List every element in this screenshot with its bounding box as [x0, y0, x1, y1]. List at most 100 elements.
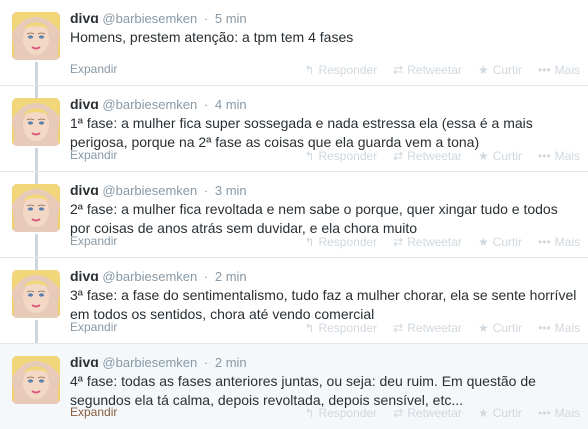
expand-link[interactable]: Expandir — [70, 320, 117, 334]
tweet[interactable]: divɑ @barbiesemken · 5 min Homens, prest… — [0, 0, 588, 86]
username[interactable]: @barbiesemken — [102, 269, 197, 284]
favorite-label: Curtir — [492, 63, 523, 77]
tweet[interactable]: divɑ @barbiesemken · 3 min 2ª fase: a mu… — [0, 172, 588, 258]
retweet-button[interactable]: ⇄ Retweetar — [393, 63, 462, 77]
separator-dot: · — [203, 355, 209, 370]
reply-button[interactable]: ↰ Responder — [304, 406, 377, 420]
timestamp[interactable]: 3 min — [215, 183, 247, 198]
tweet-text: 1ª fase: a mulher fica super sossegada e… — [70, 115, 533, 150]
tweet-actions: ↰ Responder ⇄ Retweetar ★ Curtir ••• Mais — [288, 63, 580, 77]
expand-link[interactable]: Expandir — [70, 234, 117, 248]
reply-button[interactable]: ↰ Responder — [304, 149, 377, 163]
favorite-button[interactable]: ★ Curtir — [478, 63, 522, 77]
timestamp[interactable]: 2 min — [215, 355, 247, 370]
retweet-label: Retweetar — [407, 235, 462, 249]
more-label: Mais — [554, 406, 580, 420]
favorite-label: Curtir — [492, 149, 523, 163]
display-name[interactable]: divɑ — [70, 182, 99, 198]
tweet-actions: ↰ Responder ⇄ Retweetar ★ Curtir ••• Mais — [288, 235, 580, 249]
avatar[interactable] — [12, 12, 60, 60]
reply-label: Responder — [318, 321, 378, 335]
more-button[interactable]: ••• Mais — [538, 235, 580, 249]
display-name[interactable]: divɑ — [70, 96, 99, 112]
favorite-label: Curtir — [492, 406, 523, 420]
reply-label: Responder — [318, 406, 378, 420]
avatar[interactable] — [12, 98, 60, 146]
display-name[interactable]: divɑ — [70, 10, 99, 26]
star-icon: ★ — [477, 406, 489, 420]
retweet-label: Retweetar — [407, 63, 462, 77]
tweet[interactable]: divɑ @barbiesemken · 2 min 4ª fase: toda… — [0, 344, 588, 429]
favorite-label: Curtir — [492, 321, 523, 335]
retweet-label: Retweetar — [407, 321, 462, 335]
more-label: Mais — [554, 321, 580, 335]
favorite-label: Curtir — [492, 235, 523, 249]
display-name[interactable]: divɑ — [70, 354, 99, 370]
retweet-button[interactable]: ⇄ Retweetar — [393, 321, 462, 335]
reply-label: Responder — [318, 63, 378, 77]
expand-link[interactable]: Expandir — [70, 62, 117, 76]
star-icon: ★ — [477, 149, 489, 163]
expand-link[interactable]: Expandir — [70, 148, 117, 162]
tweet-timeline: divɑ @barbiesemken · 5 min Homens, prest… — [0, 0, 588, 429]
ellipsis-icon: ••• — [538, 321, 551, 335]
username[interactable]: @barbiesemken — [102, 183, 197, 198]
star-icon: ★ — [477, 63, 489, 77]
separator-dot: · — [203, 97, 209, 112]
username[interactable]: @barbiesemken — [102, 11, 197, 26]
favorite-button[interactable]: ★ Curtir — [478, 235, 522, 249]
more-button[interactable]: ••• Mais — [538, 149, 580, 163]
ellipsis-icon: ••• — [538, 406, 551, 420]
retweet-arrows-icon: ⇄ — [393, 406, 404, 420]
tweet-actions: ↰ Responder ⇄ Retweetar ★ Curtir ••• Mais — [288, 321, 580, 335]
display-name[interactable]: divɑ — [70, 268, 99, 284]
tweet[interactable]: divɑ @barbiesemken · 2 min 3ª fase: a fa… — [0, 258, 588, 344]
avatar[interactable] — [12, 184, 60, 232]
tweet-text: 3ª fase: a fase do sentimentalismo, tudo… — [70, 287, 577, 322]
tweet[interactable]: divɑ @barbiesemken · 4 min 1ª fase: a mu… — [0, 86, 588, 172]
tweet-header: divɑ @barbiesemken · 3 min — [70, 182, 247, 198]
reply-arrow-icon: ↰ — [304, 149, 315, 163]
avatar[interactable] — [12, 356, 60, 404]
more-button[interactable]: ••• Mais — [538, 406, 580, 420]
avatar[interactable] — [12, 270, 60, 318]
favorite-button[interactable]: ★ Curtir — [478, 406, 522, 420]
retweet-button[interactable]: ⇄ Retweetar — [393, 235, 462, 249]
more-label: Mais — [554, 235, 580, 249]
separator-dot: · — [203, 11, 209, 26]
reply-arrow-icon: ↰ — [304, 235, 315, 249]
retweet-button[interactable]: ⇄ Retweetar — [393, 406, 462, 420]
tweet-text: 2ª fase: a mulher fica revoltada e nem s… — [70, 201, 558, 236]
timestamp[interactable]: 4 min — [215, 97, 247, 112]
retweet-arrows-icon: ⇄ — [393, 63, 404, 77]
timestamp[interactable]: 5 min — [215, 11, 247, 26]
retweet-arrows-icon: ⇄ — [393, 149, 404, 163]
favorite-button[interactable]: ★ Curtir — [478, 321, 522, 335]
retweet-arrows-icon: ⇄ — [393, 235, 404, 249]
tweet-header: divɑ @barbiesemken · 5 min — [70, 10, 247, 26]
retweet-label: Retweetar — [407, 149, 462, 163]
tweet-actions: ↰ Responder ⇄ Retweetar ★ Curtir ••• Mais — [288, 149, 580, 163]
separator-dot: · — [203, 183, 209, 198]
retweet-button[interactable]: ⇄ Retweetar — [393, 149, 462, 163]
favorite-button[interactable]: ★ Curtir — [478, 149, 522, 163]
star-icon: ★ — [477, 321, 489, 335]
ellipsis-icon: ••• — [538, 149, 551, 163]
expand-link[interactable]: Expandir — [70, 405, 117, 419]
more-button[interactable]: ••• Mais — [538, 63, 580, 77]
reply-label: Responder — [318, 235, 378, 249]
username[interactable]: @barbiesemken — [102, 97, 197, 112]
reply-button[interactable]: ↰ Responder — [304, 235, 377, 249]
more-label: Mais — [554, 149, 580, 163]
reply-label: Responder — [318, 149, 378, 163]
reply-button[interactable]: ↰ Responder — [304, 321, 377, 335]
more-button[interactable]: ••• Mais — [538, 321, 580, 335]
tweet-header: divɑ @barbiesemken · 4 min — [70, 96, 247, 112]
timestamp[interactable]: 2 min — [215, 269, 247, 284]
tweet-header: divɑ @barbiesemken · 2 min — [70, 268, 247, 284]
separator-dot: · — [203, 269, 209, 284]
reply-button[interactable]: ↰ Responder — [304, 63, 377, 77]
username[interactable]: @barbiesemken — [102, 355, 197, 370]
ellipsis-icon: ••• — [538, 63, 551, 77]
tweet-header: divɑ @barbiesemken · 2 min — [70, 354, 247, 370]
